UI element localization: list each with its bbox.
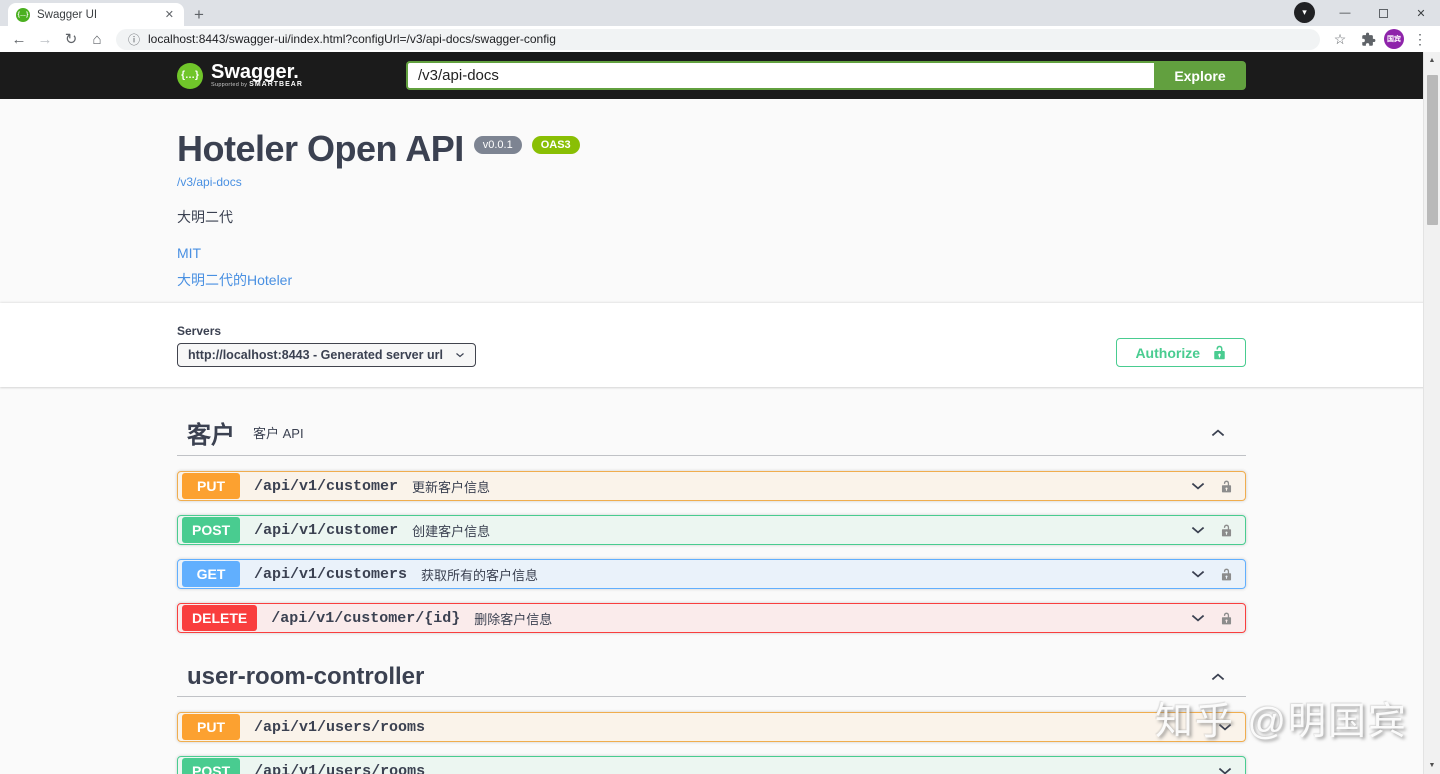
external-docs-link[interactable]: 大明二代的Hoteler bbox=[177, 270, 292, 290]
api-info-section: Hoteler Open API v0.0.1 OAS3 /v3/api-doc… bbox=[177, 99, 1246, 303]
operation-path: /api/v1/customers bbox=[254, 566, 407, 583]
servers-block: Servers http://localhost:8443 - Generate… bbox=[177, 324, 476, 367]
tag-section-customer: 客户 客户 API PUT /api/v1/customer 更新客户信息 PO… bbox=[177, 413, 1246, 633]
chevron-down-icon[interactable] bbox=[1190, 522, 1206, 538]
method-badge: PUT bbox=[182, 714, 240, 740]
swagger-logo-icon: {…} bbox=[177, 63, 203, 89]
chevron-up-icon[interactable] bbox=[1210, 425, 1226, 441]
operation-summary: 获取所有的客户信息 bbox=[421, 565, 538, 584]
new-tab-button[interactable]: + bbox=[194, 8, 204, 22]
method-badge: POST bbox=[182, 758, 240, 774]
forward-icon: → bbox=[34, 31, 56, 48]
operation-summary: 更新客户信息 bbox=[412, 477, 490, 496]
scroll-up-icon[interactable]: ▲ bbox=[1424, 52, 1440, 69]
media-controls-icon[interactable]: ▾ bbox=[1294, 2, 1315, 23]
operation-row[interactable]: POST /api/v1/users/rooms bbox=[177, 756, 1246, 774]
servers-label: Servers bbox=[177, 324, 476, 338]
zhihu-watermark: 知乎 @明国宾 bbox=[1155, 690, 1408, 745]
url-input[interactable]: ⓘ localhost:8443/swagger-ui/index.html?c… bbox=[116, 29, 1320, 50]
operations-area: 客户 客户 API PUT /api/v1/customer 更新客户信息 PO… bbox=[177, 387, 1246, 774]
tag-section-user-room-controller: user-room-controller PUT /api/v1/users/r… bbox=[177, 661, 1246, 774]
version-badge: v0.0.1 bbox=[474, 136, 522, 154]
minimize-button[interactable]: — bbox=[1326, 0, 1364, 26]
tag-header-user-room-controller[interactable]: user-room-controller bbox=[177, 661, 1246, 697]
browser-tab-swagger-ui[interactable]: {…} Swagger UI ✕ bbox=[8, 3, 184, 26]
scrollbar-thumb[interactable] bbox=[1427, 75, 1438, 225]
lock-icon[interactable] bbox=[1220, 479, 1233, 494]
swagger-page: Hoteler Open API v0.0.1 OAS3 /v3/api-doc… bbox=[0, 99, 1440, 774]
home-icon[interactable]: ⌂ bbox=[86, 31, 108, 48]
chevron-down-icon[interactable] bbox=[1190, 478, 1206, 494]
method-badge: GET bbox=[182, 561, 240, 587]
chevron-down-icon bbox=[455, 350, 465, 360]
bookmark-star-icon[interactable]: ☆ bbox=[1328, 31, 1352, 48]
operation-row[interactable]: PUT /api/v1/customer 更新客户信息 bbox=[177, 471, 1246, 501]
lock-icon[interactable] bbox=[1220, 611, 1233, 626]
lock-icon[interactable] bbox=[1220, 523, 1233, 538]
tag-title: 客户 bbox=[187, 415, 235, 450]
swagger-favicon-icon: {…} bbox=[16, 8, 30, 22]
method-badge: POST bbox=[182, 517, 240, 543]
tab-title: Swagger UI bbox=[37, 9, 156, 21]
chevron-down-icon[interactable] bbox=[1190, 566, 1206, 582]
url-text: localhost:8443/swagger-ui/index.html?con… bbox=[148, 32, 556, 46]
swagger-topbar: {…} Swagger. Supported by SMARTBEAR Expl… bbox=[0, 52, 1440, 99]
method-badge: DELETE bbox=[182, 605, 257, 631]
page-scrollbar[interactable]: ▲ ▼ bbox=[1423, 52, 1440, 774]
chevron-up-icon[interactable] bbox=[1210, 669, 1226, 685]
browser-menu-icon[interactable]: ⋮ bbox=[1408, 31, 1432, 48]
page-info-icon[interactable]: ⓘ bbox=[128, 31, 140, 48]
tag-subtitle: 客户 API bbox=[253, 423, 304, 442]
scroll-down-icon[interactable]: ▼ bbox=[1424, 757, 1440, 774]
browser-tab-strip: {…} Swagger UI ✕ + ▾ — ✕ bbox=[0, 0, 1440, 26]
back-icon[interactable]: ← bbox=[8, 31, 30, 48]
operation-path: /api/v1/users/rooms bbox=[254, 763, 425, 774]
operation-path: /api/v1/users/rooms bbox=[254, 719, 425, 736]
chevron-down-icon[interactable] bbox=[1217, 763, 1233, 774]
explore-button[interactable]: Explore bbox=[1154, 61, 1246, 90]
operation-row[interactable]: DELETE /api/v1/customer/{id} 删除客户信息 bbox=[177, 603, 1246, 633]
server-select[interactable]: http://localhost:8443 - Generated server… bbox=[177, 343, 476, 367]
tab-close-icon[interactable]: ✕ bbox=[163, 8, 176, 21]
server-select-value: http://localhost:8443 - Generated server… bbox=[188, 348, 443, 362]
license-link[interactable]: MIT bbox=[177, 245, 201, 261]
operation-row[interactable]: GET /api/v1/customers 获取所有的客户信息 bbox=[177, 559, 1246, 589]
page-title: Hoteler Open API bbox=[177, 129, 464, 169]
spec-link[interactable]: /v3/api-docs bbox=[177, 175, 242, 189]
browser-profile-avatar[interactable]: 国宾 bbox=[1384, 29, 1404, 49]
swagger-logo-text: Swagger. bbox=[211, 63, 303, 81]
browser-address-bar: ← → ↻ ⌂ ⓘ localhost:8443/swagger-ui/inde… bbox=[0, 26, 1440, 52]
operation-path: /api/v1/customer/{id} bbox=[271, 610, 460, 627]
swagger-logo: {…} Swagger. Supported by SMARTBEAR bbox=[177, 63, 303, 89]
chevron-down-icon[interactable] bbox=[1190, 610, 1206, 626]
operation-row[interactable]: POST /api/v1/customer 创建客户信息 bbox=[177, 515, 1246, 545]
window-controls: — ✕ bbox=[1326, 0, 1440, 26]
operation-path: /api/v1/customer bbox=[254, 522, 398, 539]
method-badge: PUT bbox=[182, 473, 240, 499]
lock-icon[interactable] bbox=[1220, 567, 1233, 582]
api-description: 大明二代 bbox=[177, 207, 1246, 227]
operation-row[interactable]: PUT /api/v1/users/rooms bbox=[177, 712, 1246, 742]
extensions-puzzle-icon[interactable] bbox=[1356, 32, 1380, 47]
close-button[interactable]: ✕ bbox=[1402, 0, 1440, 26]
tag-header-customer[interactable]: 客户 客户 API bbox=[177, 413, 1246, 456]
operation-summary: 创建客户信息 bbox=[412, 521, 490, 540]
restore-icon bbox=[1379, 9, 1388, 18]
unlock-icon bbox=[1212, 345, 1227, 360]
oas3-badge: OAS3 bbox=[532, 136, 580, 154]
operation-path: /api/v1/customer bbox=[254, 478, 398, 495]
reload-icon[interactable]: ↻ bbox=[60, 30, 82, 48]
scheme-container: Servers http://localhost:8443 - Generate… bbox=[0, 303, 1440, 387]
tag-title: user-room-controller bbox=[187, 663, 424, 691]
restore-button[interactable] bbox=[1364, 0, 1402, 26]
authorize-button[interactable]: Authorize bbox=[1116, 338, 1246, 367]
operation-summary: 删除客户信息 bbox=[474, 609, 552, 628]
spec-url-input[interactable] bbox=[406, 61, 1154, 90]
swagger-logo-subtext: Supported by SMARTBEAR bbox=[211, 81, 303, 88]
